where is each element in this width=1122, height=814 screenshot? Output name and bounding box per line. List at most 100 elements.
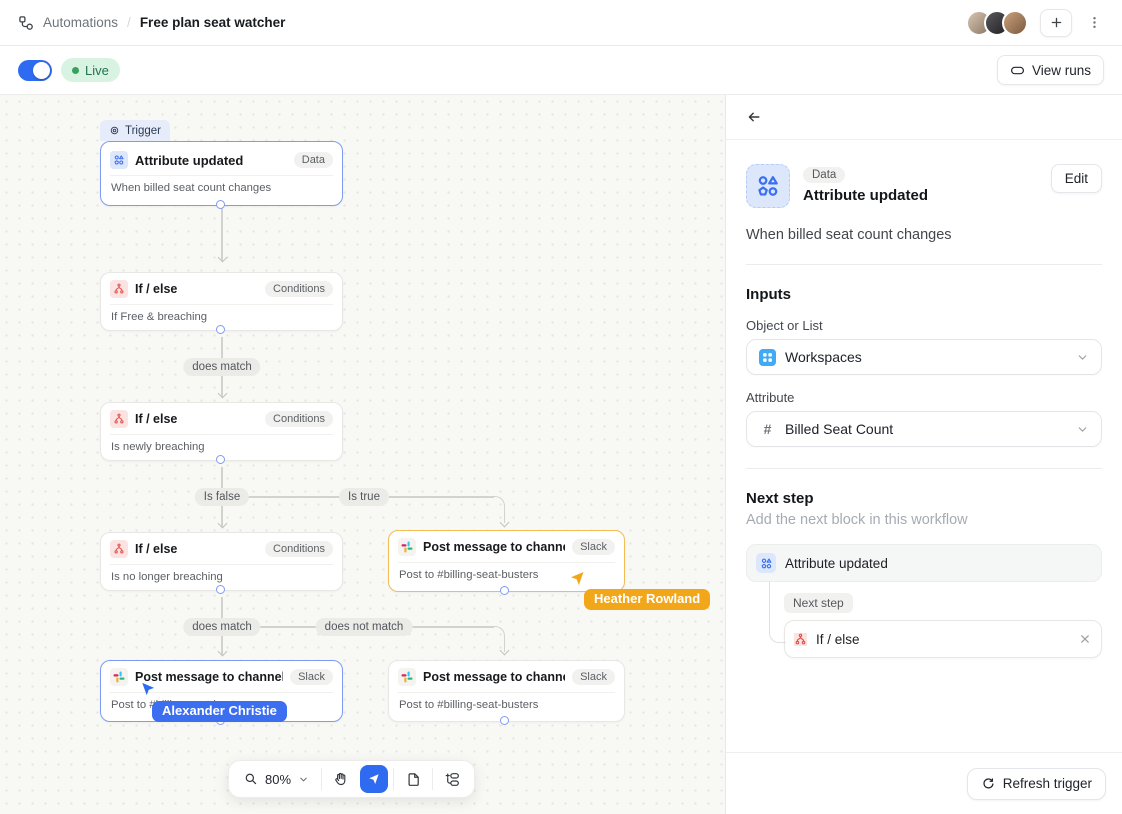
- toolbar-divider: [393, 768, 394, 790]
- step-connector-line: [769, 581, 786, 643]
- target-icon: [109, 125, 120, 136]
- node-if-else-newly-breaching[interactable]: If / else Conditions Is newly breaching: [100, 402, 343, 461]
- node-if-else-free-breaching[interactable]: If / else Conditions If Free & breaching: [100, 272, 343, 331]
- workflow-toolbar: Live View runs: [0, 46, 1122, 95]
- arrowhead-icon: [217, 519, 227, 529]
- remote-cursor-heather: [568, 569, 588, 589]
- back-button[interactable]: [746, 109, 762, 125]
- breadcrumb-automations[interactable]: Automations: [43, 15, 118, 30]
- connector-port[interactable]: [500, 586, 509, 595]
- connector-port[interactable]: [216, 200, 225, 209]
- node-badge: Data: [294, 152, 333, 168]
- if-else-icon: [110, 540, 128, 558]
- hand-tool-button[interactable]: [327, 765, 355, 793]
- slack-icon: [110, 668, 128, 686]
- arrowhead-icon: [499, 518, 509, 528]
- connector-port[interactable]: [216, 585, 225, 594]
- connector-port[interactable]: [216, 325, 225, 334]
- attribute-updated-icon: [756, 553, 776, 573]
- page-title: Free plan seat watcher: [140, 15, 286, 30]
- add-button[interactable]: [1040, 9, 1072, 37]
- next-step-subtitle: Add the next block in this workflow: [746, 512, 1102, 528]
- if-else-icon: [110, 280, 128, 298]
- toolbar-divider: [432, 768, 433, 790]
- arrowhead-icon: [217, 253, 227, 263]
- number-icon: #: [759, 421, 776, 437]
- collaborator-avatars[interactable]: [966, 10, 1028, 36]
- child-block-row[interactable]: If / else: [784, 620, 1102, 658]
- node-badge: Conditions: [265, 411, 333, 427]
- if-else-icon: [794, 633, 807, 646]
- more-menu-button[interactable]: [1084, 9, 1104, 37]
- node-badge: Slack: [572, 669, 615, 685]
- object-or-list-select[interactable]: Workspaces: [746, 339, 1102, 375]
- connector-port[interactable]: [216, 455, 225, 464]
- arrowhead-icon: [499, 646, 509, 656]
- view-runs-button[interactable]: View runs: [997, 55, 1104, 85]
- parent-block-label: Attribute updated: [785, 556, 1092, 571]
- node-post-message-is-true[interactable]: Post message to channel Slack Post to #b…: [388, 530, 625, 592]
- select-value: Workspaces: [785, 349, 1067, 365]
- live-toggle[interactable]: [18, 60, 52, 81]
- edit-button[interactable]: Edit: [1051, 164, 1102, 193]
- field-label: Object or List: [746, 318, 1102, 333]
- node-title: If / else: [135, 282, 258, 296]
- workspaces-icon: [759, 349, 776, 366]
- edge-label-does-match: does match: [183, 358, 260, 376]
- live-dot-icon: [72, 67, 79, 74]
- select-value: Billed Seat Count: [785, 421, 1067, 437]
- arrowhead-icon: [217, 389, 227, 399]
- slack-icon: [398, 668, 416, 686]
- top-bar: Automations / Free plan seat watcher: [0, 0, 1122, 46]
- toolbar-divider: [321, 768, 322, 790]
- parent-block-row[interactable]: Attribute updated: [746, 544, 1102, 582]
- workflow-canvas[interactable]: does match Is false Is true does match d…: [0, 95, 725, 814]
- node-post-message-does-not-match[interactable]: Post message to channel Slack Post to #b…: [388, 660, 625, 722]
- arrowhead-icon: [217, 647, 227, 657]
- attribute-updated-icon: [746, 164, 790, 208]
- inputs-heading: Inputs: [746, 286, 1102, 303]
- block-title: Attribute updated: [803, 187, 1038, 204]
- child-block-label: If / else: [816, 632, 1069, 647]
- trigger-tab: Trigger: [100, 120, 170, 141]
- block-description: When billed seat count changes: [746, 227, 1102, 243]
- edge-elbow: [494, 626, 505, 642]
- attribute-select[interactable]: # Billed Seat Count: [746, 411, 1102, 447]
- select-tool-button[interactable]: [360, 765, 388, 793]
- node-badge: Slack: [290, 669, 333, 685]
- node-badge: Slack: [572, 539, 615, 555]
- field-label: Attribute: [746, 390, 1102, 405]
- node-title: If / else: [135, 542, 258, 556]
- remove-step-button[interactable]: [1078, 632, 1092, 646]
- refresh-icon: [981, 777, 995, 791]
- edge-elbow: [494, 496, 505, 512]
- avatar[interactable]: [1002, 10, 1028, 36]
- notes-tool-button[interactable]: [399, 765, 427, 793]
- node-badge: Conditions: [265, 541, 333, 557]
- connector-port[interactable]: [500, 716, 509, 725]
- slack-icon: [398, 538, 416, 556]
- trigger-tab-label: Trigger: [125, 125, 161, 137]
- next-step-heading: Next step: [746, 490, 1102, 507]
- zoom-level: 80%: [265, 772, 291, 787]
- node-if-else-no-longer-breaching[interactable]: If / else Conditions Is no longer breach…: [100, 532, 343, 591]
- next-step-pill: Next step: [784, 593, 853, 613]
- chevron-down-icon: [298, 774, 309, 785]
- zoom-control[interactable]: 80%: [237, 765, 316, 793]
- node-title: Post message to channel: [423, 670, 565, 684]
- node-trigger-attribute-updated[interactable]: Attribute updated Data When billed seat …: [100, 141, 343, 206]
- edge-label-does-not-match: does not match: [316, 618, 413, 636]
- node-title: Post message to channel: [135, 670, 283, 684]
- chevron-down-icon: [1076, 351, 1089, 364]
- add-block-tool-button[interactable]: [438, 765, 466, 793]
- if-else-icon: [110, 410, 128, 428]
- edge-label-does-match: does match: [183, 618, 260, 636]
- refresh-trigger-label: Refresh trigger: [1003, 776, 1092, 791]
- remote-cursor-alexander: [138, 680, 157, 699]
- search-icon: [244, 772, 258, 786]
- refresh-trigger-button[interactable]: Refresh trigger: [967, 768, 1106, 800]
- status-badge: Live: [61, 58, 120, 82]
- view-runs-label: View runs: [1032, 63, 1091, 78]
- edge-label-is-false: Is false: [195, 488, 249, 506]
- breadcrumb: Automations / Free plan seat watcher: [18, 15, 285, 31]
